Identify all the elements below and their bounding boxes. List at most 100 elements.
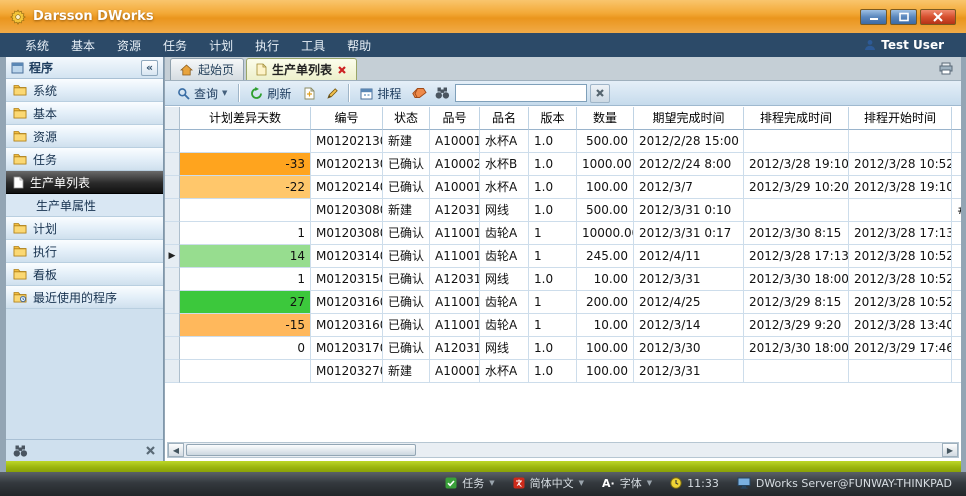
grid-cell[interactable]: 齿轮A bbox=[480, 314, 529, 337]
maximize-button[interactable] bbox=[890, 9, 917, 25]
grid-cell[interactable]: 2012/4/11 bbox=[634, 245, 744, 268]
table-row[interactable]: M012032701新建A10001水杯A1.0100.002012/3/31 bbox=[165, 360, 961, 383]
grid-cell[interactable] bbox=[952, 291, 961, 314]
row-selector[interactable] bbox=[165, 314, 180, 337]
grid-column-header[interactable]: 品号 bbox=[430, 107, 480, 130]
grid-cell[interactable]: 2012/3/28 10:52 bbox=[849, 268, 952, 291]
grid-cell[interactable]: 2012/3/29 10:20 bbox=[744, 176, 849, 199]
grid-cell[interactable]: 245.00 bbox=[577, 245, 634, 268]
grid-cell[interactable] bbox=[952, 153, 961, 176]
grid-cell[interactable]: 14 bbox=[180, 245, 311, 268]
grid-cell[interactable]: 2012/3/28 19:10 bbox=[849, 176, 952, 199]
table-row[interactable]: M012021301新建A10001水杯A1.0500.002012/2/28 … bbox=[165, 130, 961, 153]
grid-cell[interactable]: A12031 bbox=[430, 337, 480, 360]
grid-cell[interactable]: 1.0 bbox=[529, 268, 577, 291]
grid-cell[interactable]: 2012/3/28 13:40 bbox=[849, 314, 952, 337]
status-tasks-menu[interactable]: 任务 ▼ bbox=[445, 475, 494, 491]
grid-cell[interactable]: 1 bbox=[180, 222, 311, 245]
printer-icon[interactable] bbox=[939, 62, 953, 75]
eraser-icon[interactable] bbox=[409, 84, 429, 103]
status-font-menu[interactable]: A· 字体 ▼ bbox=[602, 475, 652, 491]
grid-cell[interactable]: 已确认 bbox=[383, 337, 430, 360]
grid-cell[interactable]: 2012/3/14 bbox=[634, 314, 744, 337]
grid-cell[interactable]: 齿轮A bbox=[480, 245, 529, 268]
grid-cell[interactable]: 1 bbox=[180, 268, 311, 291]
table-row[interactable]: M012030801新建A12031网线1.0500.002012/3/31 0… bbox=[165, 199, 961, 222]
row-selector[interactable] bbox=[165, 291, 180, 314]
tab-production-order-list[interactable]: 生产单列表 bbox=[246, 58, 357, 80]
grid-cell[interactable]: 500.00 bbox=[577, 130, 634, 153]
status-language-menu[interactable]: 简体中文 ▼ bbox=[513, 475, 584, 491]
grid-cell[interactable]: A10001 bbox=[430, 176, 480, 199]
grid-column-header[interactable]: 版本 bbox=[529, 107, 577, 130]
scroll-right-arrow[interactable]: ▶ bbox=[942, 443, 958, 457]
row-selector[interactable] bbox=[165, 337, 180, 360]
grid-cell[interactable] bbox=[952, 360, 961, 383]
grid-cell[interactable]: 2012/3/28 17:13 bbox=[849, 222, 952, 245]
grid-cell[interactable]: -15 bbox=[180, 314, 311, 337]
horizontal-scrollbar[interactable]: ◀ ▶ bbox=[167, 442, 959, 458]
grid-cell[interactable]: A10001 bbox=[430, 360, 480, 383]
menu-item-system[interactable]: 系统 bbox=[14, 34, 60, 57]
grid-cell[interactable]: 水杯A bbox=[480, 130, 529, 153]
menu-item-basic[interactable]: 基本 bbox=[60, 34, 106, 57]
grid-cell[interactable]: 2012/3/31 0:10 bbox=[634, 199, 744, 222]
grid-cell[interactable]: M012021302 bbox=[311, 153, 383, 176]
grid-cell[interactable]: 0 bbox=[180, 337, 311, 360]
menu-item-plan[interactable]: 计划 bbox=[198, 34, 244, 57]
grid-cell[interactable]: 2012/3/28 10:52 bbox=[849, 153, 952, 176]
grid-cell[interactable]: 新建 bbox=[383, 130, 430, 153]
grid-cell[interactable]: -33 bbox=[180, 153, 311, 176]
sidebar-item-tasks[interactable]: 任务 bbox=[6, 148, 163, 171]
grid-cell[interactable]: M012031602 bbox=[311, 314, 383, 337]
grid-cell[interactable]: -22 bbox=[180, 176, 311, 199]
grid-cell[interactable]: 10.00 bbox=[577, 268, 634, 291]
table-row[interactable]: ▶14M012031402已确认A11001齿轮A1245.002012/4/1… bbox=[165, 245, 961, 268]
menu-item-tasks[interactable]: 任务 bbox=[152, 34, 198, 57]
grid-cell[interactable]: A12031 bbox=[430, 199, 480, 222]
grid-cell[interactable]: 1.0 bbox=[529, 360, 577, 383]
grid-cell[interactable]: 2012/4/25 bbox=[634, 291, 744, 314]
row-selector[interactable] bbox=[165, 199, 180, 222]
grid-cell[interactable]: 已确认 bbox=[383, 314, 430, 337]
menu-item-tools[interactable]: 工具 bbox=[290, 34, 336, 57]
find-binoculars-icon[interactable] bbox=[432, 84, 452, 103]
minimize-button[interactable] bbox=[860, 9, 887, 25]
grid-cell[interactable] bbox=[180, 130, 311, 153]
filter-input[interactable] bbox=[455, 84, 587, 102]
grid-cell[interactable]: 2012/3/30 18:00 bbox=[744, 337, 849, 360]
grid-cell[interactable]: M012031501 bbox=[311, 268, 383, 291]
grid-cell[interactable]: M012030801 bbox=[311, 199, 383, 222]
grid-cell[interactable]: 200.00 bbox=[577, 291, 634, 314]
grid-cell[interactable]: 2012/3/28 10:52 bbox=[849, 245, 952, 268]
grid-cell[interactable]: 已确认 bbox=[383, 222, 430, 245]
grid-cell[interactable] bbox=[744, 130, 849, 153]
grid-cell[interactable]: 2012/3/31 0:17 bbox=[634, 222, 744, 245]
menu-item-execute[interactable]: 执行 bbox=[244, 34, 290, 57]
grid-cell[interactable]: A10001 bbox=[430, 130, 480, 153]
grid-cell[interactable]: 2012/3/29 8:15 bbox=[744, 291, 849, 314]
grid-cell[interactable]: M012032701 bbox=[311, 360, 383, 383]
query-button[interactable]: 查询 ▼ bbox=[172, 83, 232, 104]
grid-cell[interactable]: M012031402 bbox=[311, 245, 383, 268]
grid-cell[interactable]: A11001 bbox=[430, 314, 480, 337]
grid-cell[interactable]: M012021301 bbox=[311, 130, 383, 153]
sidebar-item-system[interactable]: 系统 bbox=[6, 79, 163, 102]
grid-cell[interactable]: 2012/3/29 9:20 bbox=[744, 314, 849, 337]
grid-cell[interactable]: 齿轮A bbox=[480, 291, 529, 314]
sidebar-item-resources[interactable]: 资源 bbox=[6, 125, 163, 148]
grid-column-header[interactable]: 品名 bbox=[480, 107, 529, 130]
sidebar-item-plan[interactable]: 计划 bbox=[6, 217, 163, 240]
grid-cell[interactable]: A11001 bbox=[430, 291, 480, 314]
grid-cell[interactable]: A11001 bbox=[430, 222, 480, 245]
new-document-icon[interactable] bbox=[299, 84, 319, 103]
grid-cell[interactable] bbox=[849, 360, 952, 383]
find-binoculars-icon[interactable] bbox=[13, 445, 28, 457]
grid-column-header[interactable]: 状态 bbox=[383, 107, 430, 130]
grid-column-header[interactable]: 数量 bbox=[577, 107, 634, 130]
grid-cell[interactable]: 网线 bbox=[480, 199, 529, 222]
grid-cell[interactable]: 27 bbox=[180, 291, 311, 314]
grid-cell[interactable]: M012031601 bbox=[311, 291, 383, 314]
menu-item-resources[interactable]: 资源 bbox=[106, 34, 152, 57]
grid-cell[interactable]: 2012/3/28 19:10 bbox=[744, 153, 849, 176]
